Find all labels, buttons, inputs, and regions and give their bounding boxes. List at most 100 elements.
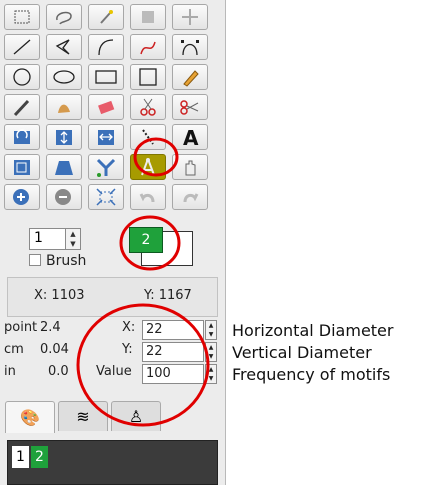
polyline-icon <box>55 39 70 55</box>
hand-icon <box>185 160 196 176</box>
pencil-icon <box>183 70 199 87</box>
compass-tool-button[interactable] <box>130 154 166 180</box>
zoom-fit-tool-button[interactable] <box>88 184 124 210</box>
cutter-icon <box>180 100 199 115</box>
brush-checkbox-row[interactable]: Brush <box>29 253 86 269</box>
zoom-out-icon <box>55 189 71 205</box>
y-diameter-spinner-icon[interactable]: ▲ ▼ <box>205 342 217 362</box>
brush-size-spinner[interactable]: 1 ▲ ▼ <box>29 228 81 250</box>
circle-tool-button[interactable] <box>4 64 40 90</box>
zoom-in-icon <box>13 189 29 205</box>
eraser-icon <box>98 100 115 115</box>
curve-tool-button[interactable] <box>130 34 166 60</box>
tab-layers[interactable]: ≋ <box>58 401 108 431</box>
rectangle-icon <box>95 70 117 84</box>
polyline-tool-button[interactable] <box>46 34 82 60</box>
rotate-icon <box>14 129 30 144</box>
eraser-tool-button[interactable] <box>88 94 124 120</box>
perspective-icon <box>55 161 73 175</box>
color-well[interactable]: 2 <box>129 221 193 269</box>
flip-vertical-icon <box>56 130 72 145</box>
rotate-tool-button[interactable] <box>4 124 40 150</box>
stamp-icon: ♙ <box>128 407 144 426</box>
flip-vertical-tool-button[interactable] <box>46 124 82 150</box>
x-diameter-label: X: <box>122 320 136 335</box>
compass-icon <box>141 158 155 176</box>
x-diameter-spinner-icon[interactable]: ▲ ▼ <box>205 320 217 340</box>
perspective-tool-button[interactable] <box>46 154 82 180</box>
pencil-tool-button[interactable] <box>172 64 208 90</box>
cursor-y: Y: 1167 <box>144 288 192 303</box>
unit-point-value: 2.4 <box>40 320 61 335</box>
arc-icon <box>98 39 114 56</box>
brush-label: Brush <box>46 253 87 269</box>
frequency-label: Value <box>96 364 132 379</box>
frequency-input[interactable]: 100 <box>142 364 204 384</box>
palette-icon: 🎨 <box>20 408 40 427</box>
hand-tool-button[interactable] <box>172 154 208 180</box>
rectangle-select-tool-button[interactable] <box>4 4 40 30</box>
annotation-horizontal-diameter: Horizontal Diameter <box>232 321 394 340</box>
cursor-x: X: 1103 <box>34 288 85 303</box>
unit-cm-label: cm <box>4 342 24 357</box>
tool-panel: A 1 ▲ ▼ Brush 2 X: 1103 Y: 1167 point 2.4… <box>0 0 226 485</box>
zoom-out-tool-button[interactable] <box>46 184 82 210</box>
redo-icon <box>183 193 199 203</box>
magic-wand-tool-button[interactable] <box>88 4 124 30</box>
arc-tool-button[interactable] <box>88 34 124 60</box>
ellipse-tool-button[interactable] <box>46 64 82 90</box>
flip-horizontal-icon <box>98 130 114 145</box>
magic-wand-icon <box>100 10 113 24</box>
scissors-icon <box>140 98 156 116</box>
scissors-tool-button[interactable] <box>130 94 166 120</box>
square-tool-button[interactable] <box>130 64 166 90</box>
cutter-tool-button[interactable] <box>172 94 208 120</box>
knife-tool-button[interactable] <box>4 94 40 120</box>
smudge-tool-button[interactable] <box>46 94 82 120</box>
y-diameter-label: Y: <box>122 342 133 357</box>
svg-text:A: A <box>183 126 199 148</box>
foreground-color-swatch[interactable]: 2 <box>129 227 163 253</box>
line-icon <box>13 39 31 55</box>
redo-tool-button[interactable] <box>172 184 208 210</box>
rectangle-tool-button[interactable] <box>88 64 124 90</box>
circle-icon <box>13 68 31 86</box>
foreground-color-number: 2 <box>141 232 151 248</box>
dotted-line-tool-button[interactable] <box>130 124 166 150</box>
undo-tool-button[interactable] <box>130 184 166 210</box>
ellipse-icon <box>53 70 75 84</box>
line-tool-button[interactable] <box>4 34 40 60</box>
x-diameter-input[interactable]: 22 <box>142 320 204 340</box>
text-icon: A <box>183 126 199 148</box>
tab-tools[interactable]: 🎨 <box>5 401 55 433</box>
resize-icon <box>14 160 30 175</box>
crop-tool-button[interactable] <box>130 4 166 30</box>
curve-icon <box>140 41 156 55</box>
rectangle-select-icon <box>14 10 30 24</box>
text-tool-button[interactable]: A <box>172 124 208 150</box>
layer-item-2[interactable]: 2 <box>31 446 48 468</box>
zoom-fit-icon <box>96 188 116 206</box>
lasso-tool-button[interactable] <box>46 4 82 30</box>
annotation-vertical-diameter: Vertical Diameter <box>232 343 372 362</box>
bezier-tool-button[interactable] <box>172 34 208 60</box>
frequency-spinner-icon[interactable]: ▲ ▼ <box>205 364 217 384</box>
move-tool-button[interactable] <box>172 4 208 30</box>
brush-checkbox[interactable] <box>29 254 41 266</box>
spinner-arrows-icon[interactable]: ▲ ▼ <box>65 229 80 249</box>
zoom-in-tool-button[interactable] <box>4 184 40 210</box>
unit-in-label: in <box>4 364 16 379</box>
tab-stamp[interactable]: ♙ <box>111 401 161 431</box>
symmetry-tool-button[interactable] <box>88 154 124 180</box>
flip-horizontal-tool-button[interactable] <box>88 124 124 150</box>
layer-item-1[interactable]: 1 <box>12 446 29 468</box>
layer-list: 1 2 <box>7 440 218 485</box>
panel-tabs: 🎨 ≋ ♙ <box>0 401 225 433</box>
resize-tool-button[interactable] <box>4 154 40 180</box>
annotation-frequency: Frequency of motifs <box>232 365 391 384</box>
y-diameter-input[interactable]: 22 <box>142 342 204 362</box>
layers-icon: ≋ <box>76 407 90 426</box>
move-icon <box>182 9 198 25</box>
symmetry-icon <box>96 158 116 177</box>
square-icon <box>139 68 157 86</box>
